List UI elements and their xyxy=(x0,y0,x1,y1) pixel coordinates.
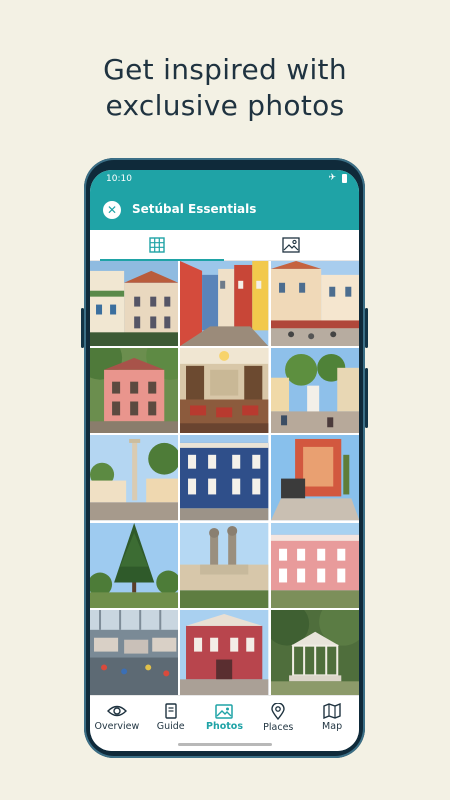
close-icon: ✕ xyxy=(106,203,118,217)
photo-monument-column xyxy=(90,435,179,521)
photo-interior-hall xyxy=(180,348,269,434)
headline: Get inspired with exclusive photos xyxy=(0,52,450,124)
photo-tile[interactable] xyxy=(180,348,269,434)
photo-tile[interactable] xyxy=(180,261,269,347)
tab-grid[interactable] xyxy=(90,230,224,261)
photo-modern-building xyxy=(270,435,359,521)
photo-tile[interactable] xyxy=(90,609,179,695)
photo-tile[interactable] xyxy=(90,522,179,608)
headline-line-2: exclusive photos xyxy=(105,89,345,122)
close-button[interactable]: ✕ xyxy=(103,201,121,219)
photo-tile[interactable] xyxy=(90,435,179,521)
photo-tile[interactable] xyxy=(270,348,359,434)
nav-map[interactable]: Map xyxy=(305,696,359,751)
tab-single-image[interactable] xyxy=(224,230,358,260)
photo-pink-facade xyxy=(270,522,359,608)
nav-overview[interactable]: Overview xyxy=(90,696,144,751)
map-icon xyxy=(323,703,341,719)
photo-tile[interactable] xyxy=(270,522,359,608)
app-bar: ✕ Setúbal Essentials xyxy=(90,190,359,230)
power-button xyxy=(365,308,368,348)
volume-button xyxy=(365,368,368,428)
photo-street-cafe xyxy=(270,261,359,347)
pin-icon xyxy=(271,703,285,720)
nav-map-label: Map xyxy=(322,721,343,732)
battery-icon xyxy=(342,173,347,183)
photo-sculpture-square xyxy=(270,348,359,434)
eye-icon xyxy=(106,705,127,717)
photo-pine-tree xyxy=(90,522,179,608)
grid-icon xyxy=(149,237,165,253)
photo-fountain xyxy=(180,522,269,608)
nav-places-label: Places xyxy=(263,722,294,733)
photo-pink-building xyxy=(90,348,179,434)
airplane-icon: ✈ xyxy=(328,173,336,183)
photo-tile[interactable] xyxy=(270,261,359,347)
photo-market-hall xyxy=(90,609,179,695)
photo-tile[interactable] xyxy=(90,261,179,347)
view-tabs xyxy=(90,230,359,261)
app-bar-title: Setúbal Essentials xyxy=(132,202,257,216)
photo-grid xyxy=(90,261,359,695)
photo-tile[interactable] xyxy=(270,609,359,695)
photo-tile[interactable] xyxy=(180,522,269,608)
status-time: 10:10 xyxy=(106,174,132,184)
phone-frame: 10:10 ✈ ✕ Setúbal Essentials Overview Gu… xyxy=(81,158,368,758)
headline-line-1: Get inspired with xyxy=(103,53,347,86)
side-button xyxy=(81,308,84,348)
photo-townhouses xyxy=(90,261,179,347)
photos-icon xyxy=(215,704,234,719)
nav-overview-label: Overview xyxy=(94,721,140,732)
photo-red-palace xyxy=(180,609,269,695)
photo-tile[interactable] xyxy=(90,348,179,434)
status-bar: 10:10 ✈ xyxy=(90,170,359,190)
nav-guide-label: Guide xyxy=(156,721,185,732)
photo-bandstand xyxy=(270,609,359,695)
photo-tile[interactable] xyxy=(180,435,269,521)
home-indicator[interactable] xyxy=(178,743,272,746)
phone-screen: 10:10 ✈ ✕ Setúbal Essentials Overview Gu… xyxy=(90,170,359,751)
photo-blue-building xyxy=(180,435,269,521)
photo-tile[interactable] xyxy=(180,609,269,695)
book-icon xyxy=(164,703,177,719)
photo-colorful-street xyxy=(180,261,269,347)
photo-tile[interactable] xyxy=(270,435,359,521)
nav-photos-label: Photos xyxy=(206,721,243,732)
image-icon xyxy=(282,237,300,253)
